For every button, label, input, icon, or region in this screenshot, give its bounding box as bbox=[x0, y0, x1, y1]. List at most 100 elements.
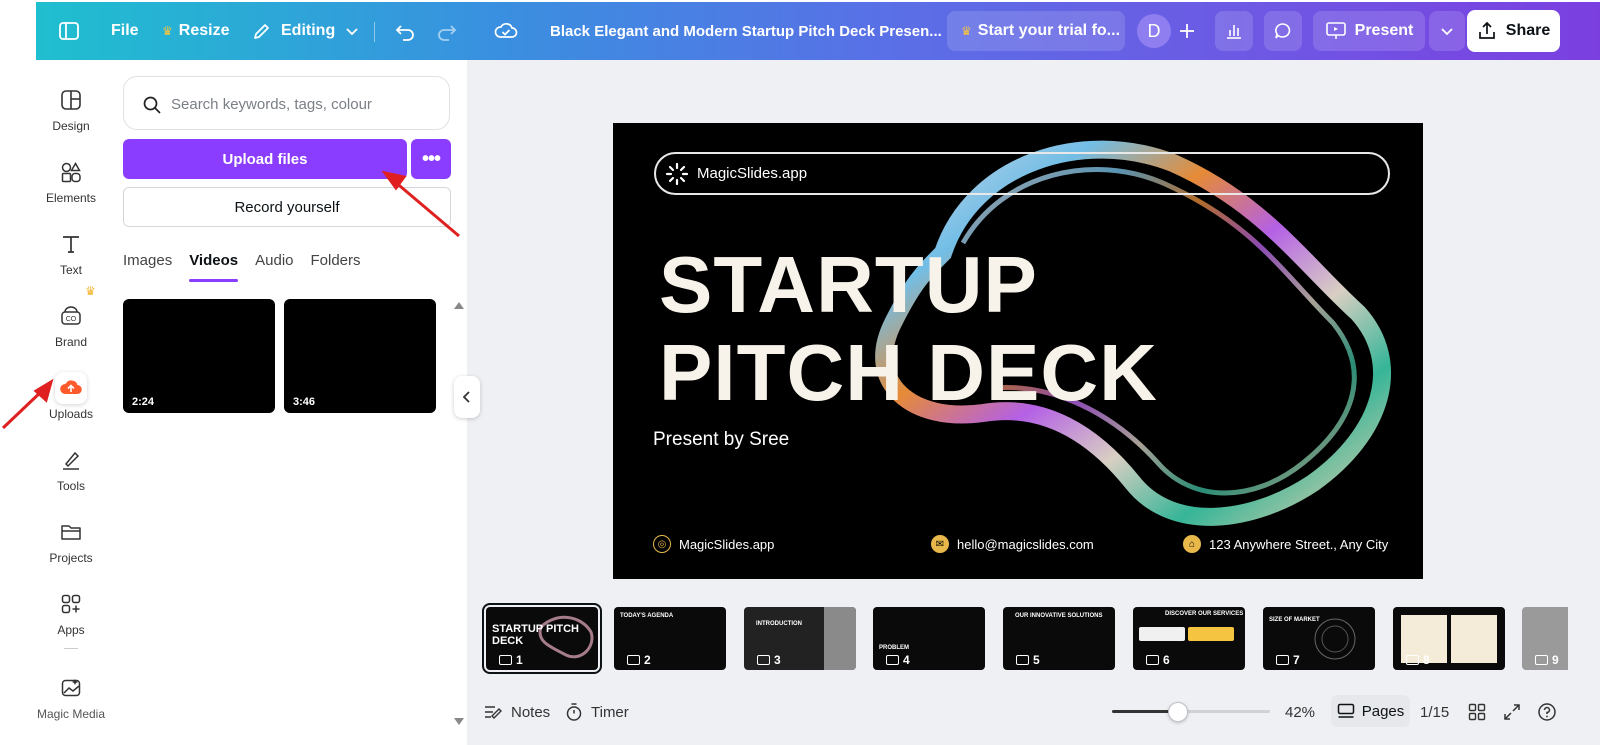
page-thumbnail[interactable]: OUR INNOVATIVE SOLUTIONS 5 bbox=[1003, 607, 1115, 670]
share-button[interactable]: Share bbox=[1467, 10, 1560, 52]
fullscreen-icon[interactable] bbox=[1503, 695, 1521, 729]
search-input[interactable] bbox=[171, 91, 431, 117]
timer-button[interactable]: Timer bbox=[565, 695, 629, 729]
redo-icon[interactable] bbox=[436, 2, 458, 60]
share-icon bbox=[1478, 21, 1495, 39]
projects-icon bbox=[55, 516, 87, 548]
cloud-saved-icon[interactable] bbox=[494, 2, 518, 60]
present-button[interactable]: Present bbox=[1313, 11, 1425, 51]
page-thumbnail[interactable]: 9 bbox=[1522, 607, 1568, 670]
apps-icon bbox=[55, 588, 87, 620]
add-collaborator-icon[interactable] bbox=[1178, 2, 1196, 60]
top-toolbar: File ♛ Resize Editing Black Elegant and M… bbox=[36, 2, 1600, 60]
rail-item-elements[interactable]: Elements bbox=[36, 150, 106, 214]
magic-media-icon bbox=[55, 672, 87, 704]
thumbnail-title: PROBLEM bbox=[879, 645, 909, 651]
slide-footer-address: ⌂ 123 Anywhere Street., Any City bbox=[1183, 535, 1388, 553]
page-thumbnail[interactable]: STARTUP PITCH DECK 1 bbox=[482, 603, 602, 674]
rail-item-magic-media[interactable]: Magic Media bbox=[36, 666, 106, 730]
comment-icon[interactable] bbox=[1264, 11, 1302, 51]
tab-audio[interactable]: Audio bbox=[255, 252, 293, 282]
present-icon bbox=[499, 655, 512, 665]
grid-view-icon[interactable] bbox=[1468, 695, 1486, 729]
help-icon[interactable] bbox=[1537, 695, 1557, 729]
present-label: Present bbox=[1354, 22, 1414, 39]
present-icon bbox=[627, 655, 640, 665]
rail-item-projects[interactable]: Projects bbox=[36, 510, 106, 574]
timer-label: Timer bbox=[591, 703, 629, 721]
rail-label: Apps bbox=[57, 623, 85, 637]
thumbnail-title: TODAY'S AGENDA bbox=[620, 613, 674, 619]
svg-text:CO: CO bbox=[66, 316, 77, 323]
record-yourself-button[interactable]: Record yourself bbox=[123, 187, 451, 227]
start-trial-button[interactable]: ♛ Start your trial fo... bbox=[947, 11, 1125, 51]
zoom-slider[interactable] bbox=[1112, 702, 1270, 722]
chevron-left-icon bbox=[462, 391, 470, 403]
scroll-up-arrow[interactable] bbox=[454, 302, 464, 309]
slide-canvas[interactable]: MagicSlides.app STARTUP PITCH DECK Prese… bbox=[613, 123, 1423, 579]
notes-button[interactable]: Notes bbox=[483, 695, 550, 729]
footer-address-text: 123 Anywhere Street., Any City bbox=[1209, 536, 1389, 552]
page-thumbnail[interactable]: PROBLEM 4 bbox=[873, 607, 985, 670]
video-thumbnail[interactable]: 2:24 bbox=[123, 299, 275, 413]
present-icon bbox=[886, 655, 899, 665]
sidebar-toggle-icon[interactable] bbox=[58, 2, 80, 60]
more-options-button[interactable]: ••• bbox=[411, 139, 451, 179]
page-thumbnail[interactable]: SIZE OF MARKET 7 bbox=[1263, 607, 1375, 670]
present-icon bbox=[1146, 655, 1159, 665]
rail-label: Brand bbox=[54, 335, 88, 349]
undo-icon[interactable] bbox=[394, 2, 416, 60]
page-thumbnail[interactable]: DISCOVER OUR SERVICES 6 bbox=[1133, 607, 1245, 670]
search-icon bbox=[143, 96, 161, 114]
rail-item-design[interactable]: Design bbox=[36, 78, 106, 142]
thumbnail-box bbox=[1139, 627, 1185, 641]
rail-label: Elements bbox=[45, 191, 97, 205]
rail-item-apps[interactable]: Apps bbox=[36, 582, 106, 646]
uploads-icon bbox=[55, 372, 87, 404]
editing-label: Editing bbox=[281, 22, 336, 39]
scroll-down-arrow[interactable] bbox=[454, 718, 464, 725]
tab-images[interactable]: Images bbox=[123, 252, 172, 282]
resize-button[interactable]: ♛ Resize bbox=[162, 2, 229, 60]
pages-button[interactable]: Pages bbox=[1331, 695, 1410, 727]
page-number: 5 bbox=[1033, 653, 1040, 667]
share-label: Share bbox=[1505, 22, 1551, 39]
editing-mode-dropdown[interactable]: Editing bbox=[252, 2, 359, 60]
avatar[interactable]: D bbox=[1137, 14, 1171, 48]
insights-icon[interactable] bbox=[1215, 11, 1253, 51]
design-icon bbox=[55, 84, 87, 116]
present-icon bbox=[1016, 655, 1029, 665]
document-title[interactable]: Black Elegant and Modern Startup Pitch D… bbox=[550, 2, 942, 60]
present-icon bbox=[1535, 655, 1548, 665]
rail-item-text[interactable]: Text bbox=[36, 222, 106, 286]
thumbnail-photo bbox=[824, 607, 856, 670]
upload-files-button[interactable]: Upload files bbox=[123, 139, 407, 179]
search-box[interactable] bbox=[123, 76, 450, 130]
rail-divider bbox=[64, 648, 78, 649]
zoom-level[interactable]: 42% bbox=[1285, 695, 1315, 729]
media-tabs: Images Videos Audio Folders bbox=[123, 252, 378, 282]
thumbnail-number: 6 bbox=[1146, 653, 1170, 667]
rail-item-uploads[interactable]: Uploads bbox=[36, 366, 106, 430]
collapse-panel-button[interactable] bbox=[454, 376, 480, 418]
rail-item-brand[interactable]: CO Brand bbox=[36, 294, 106, 358]
zoom-slider-handle[interactable] bbox=[1168, 702, 1188, 722]
page-thumbnail[interactable]: TODAY'S AGENDA 2 bbox=[614, 607, 726, 670]
slide-brand-name: MagicSlides.app bbox=[697, 165, 808, 182]
tab-videos[interactable]: Videos bbox=[189, 252, 238, 282]
page-thumbnail[interactable]: INTRODUCTION 3 bbox=[744, 607, 856, 670]
file-menu[interactable]: File bbox=[111, 2, 139, 60]
thumbnail-highlight-box bbox=[1188, 627, 1234, 641]
thumbnail-title: INTRODUCTION bbox=[756, 621, 802, 627]
brand-icon: CO bbox=[55, 300, 87, 332]
present-options-dropdown[interactable] bbox=[1429, 11, 1465, 51]
video-thumbnail[interactable]: 3:46 bbox=[284, 299, 436, 413]
rail-label: Text bbox=[59, 263, 82, 277]
thumbnail-number: 3 bbox=[757, 653, 781, 667]
rail-item-tools[interactable]: Tools bbox=[36, 438, 106, 502]
tab-folders[interactable]: Folders bbox=[311, 252, 361, 282]
notes-label: Notes bbox=[511, 703, 551, 721]
thumbnail-number: 4 bbox=[886, 653, 910, 667]
page-thumbnail[interactable]: 8 bbox=[1393, 607, 1505, 670]
page-number: 3 bbox=[774, 653, 781, 667]
